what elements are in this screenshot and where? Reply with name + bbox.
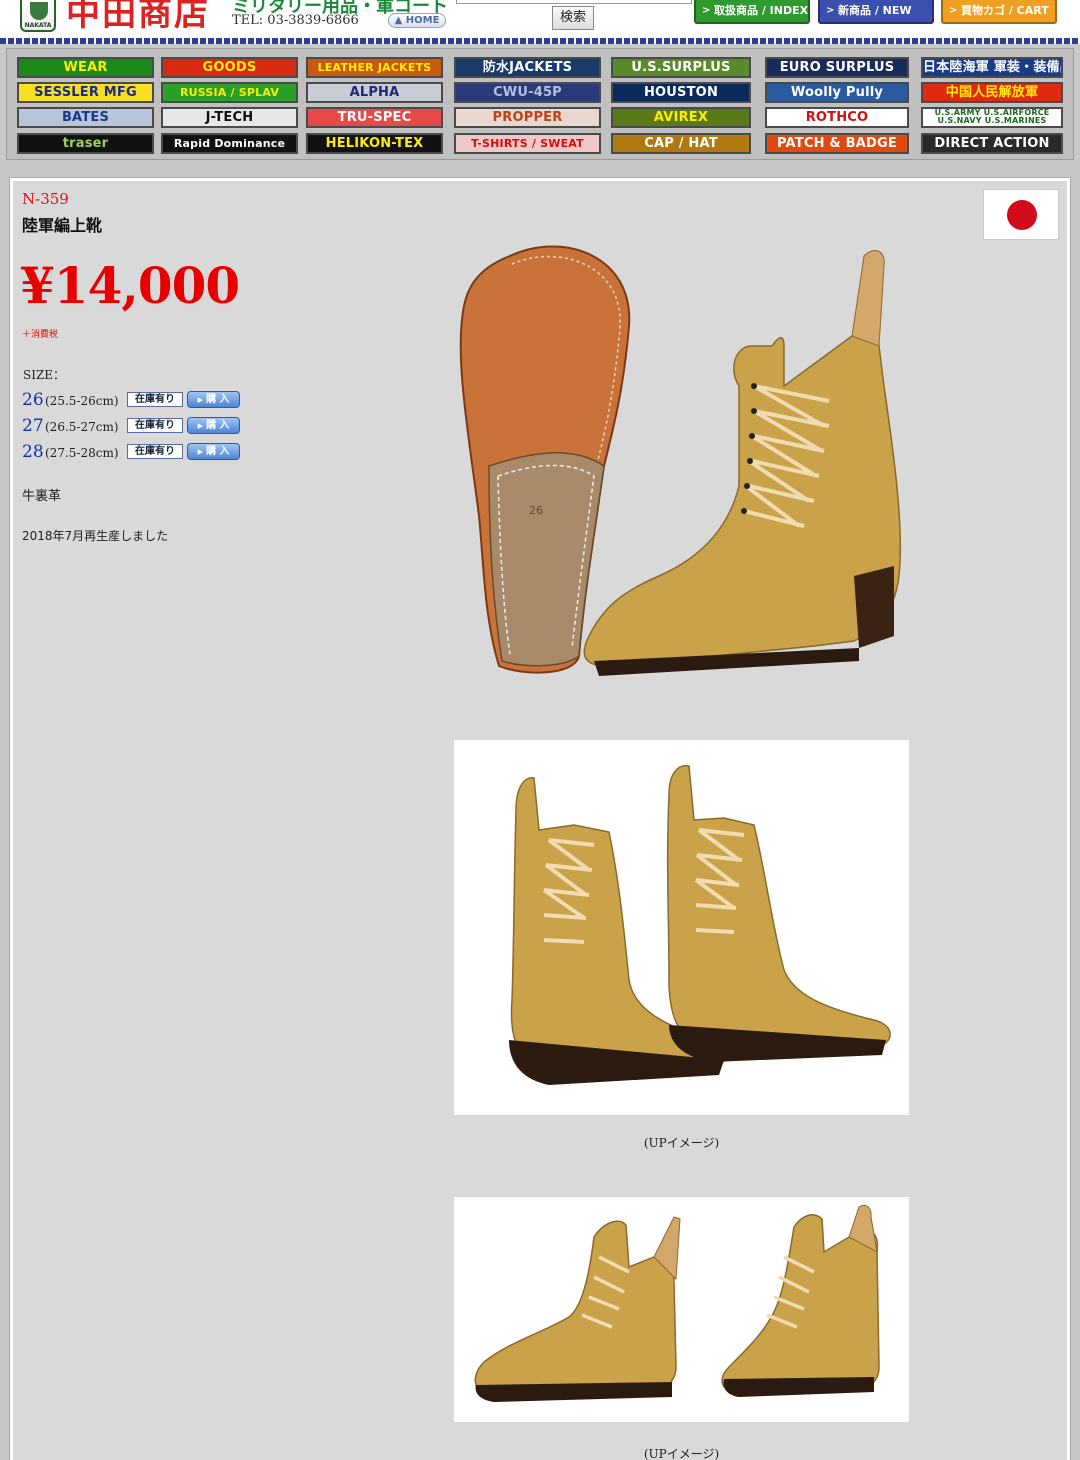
- category-link[interactable]: LEATHER JACKETS: [306, 57, 443, 78]
- chevron-right-icon: >: [949, 5, 958, 16]
- buy-label: 購 入: [205, 394, 230, 405]
- new-label: 新商品 / NEW: [838, 4, 912, 17]
- category-link[interactable]: BATES: [17, 107, 154, 128]
- play-icon: ▶: [197, 422, 203, 430]
- size-range: (25.5-26cm): [45, 394, 119, 408]
- category-link[interactable]: HOUSTON: [611, 82, 751, 103]
- index-button[interactable]: > 取扱商品 / INDEX: [694, 0, 810, 24]
- size-number: 28: [22, 442, 44, 462]
- category-link[interactable]: HELIKON-TEX: [306, 133, 443, 154]
- size-range: (27.5-28cm): [45, 446, 119, 460]
- play-icon: ▶: [197, 396, 203, 404]
- category-link[interactable]: RUSSIA / SPLAV: [161, 82, 298, 103]
- category-nav: WEAR GOODS LEATHER JACKETS 防水JACKETS U.S.SUR…: [6, 48, 1074, 160]
- category-link[interactable]: U.S.SURPLUS: [611, 57, 751, 78]
- category-link[interactable]: 中国人民解放軍: [921, 82, 1063, 103]
- category-link[interactable]: J-TECH: [161, 107, 298, 128]
- category-link[interactable]: 日本陸海軍 軍装・装備品: [921, 57, 1063, 78]
- size-range: (26.5-27cm): [45, 420, 119, 434]
- product-image-pair-front: [454, 740, 909, 1115]
- site-header: NAKATA 中田商店 ミリタリー用品・軍コート TEL: 03-3839-68…: [0, 0, 1080, 44]
- search-button[interactable]: 検索: [552, 6, 594, 30]
- product-name: 陸軍編上靴: [22, 216, 103, 235]
- category-link[interactable]: PATCH & BADGE: [765, 133, 909, 154]
- category-link[interactable]: CAP / HAT: [611, 133, 751, 154]
- index-label: 取扱商品 / INDEX: [714, 4, 809, 17]
- header-star-border: [0, 38, 1080, 44]
- shield-icon: [30, 2, 48, 20]
- category-link[interactable]: T-SHIRTS / SWEAT: [454, 133, 601, 154]
- chevron-right-icon: >: [826, 5, 835, 16]
- size-label: SIZE：: [23, 368, 66, 382]
- category-link[interactable]: SESSLER MFG: [17, 82, 154, 103]
- category-link[interactable]: WEAR: [17, 57, 154, 78]
- sole-size-mark: 26: [529, 504, 543, 517]
- chevron-right-icon: >: [702, 5, 711, 16]
- buy-label: 購 入: [205, 420, 230, 431]
- category-link[interactable]: GOODS: [161, 57, 298, 78]
- image-caption: (UPイメージ): [643, 1447, 720, 1460]
- category-link[interactable]: traser: [17, 133, 154, 154]
- category-link[interactable]: PROPPER: [454, 107, 601, 128]
- shop-logo-emblem[interactable]: NAKATA: [20, 0, 56, 32]
- buy-button[interactable]: ▶ 購 入: [187, 417, 240, 434]
- play-icon: ▶: [197, 448, 203, 456]
- category-link[interactable]: AVIREX: [611, 107, 751, 128]
- category-link[interactable]: U.S.ARMY U.S.AIRFORCE U.S.NAVY U.S.MARIN…: [921, 107, 1063, 128]
- buy-label: 購 入: [205, 446, 230, 457]
- category-link[interactable]: 防水JACKETS: [454, 57, 601, 78]
- product-image-sole-and-side: 26: [459, 245, 902, 676]
- category-link[interactable]: TRU-SPEC: [306, 107, 443, 128]
- stock-badge: 在庫有り: [127, 444, 183, 459]
- buy-button[interactable]: ▶ 購 入: [187, 391, 240, 408]
- cart-button[interactable]: > 買物カゴ / CART: [941, 0, 1057, 24]
- size-number: 26: [22, 390, 44, 410]
- category-link[interactable]: ROTHCO: [765, 107, 909, 128]
- stock-badge: 在庫有り: [127, 418, 183, 433]
- reproduction-note: 2018年7月再生産しました: [22, 529, 169, 543]
- category-link[interactable]: Woolly Pully: [765, 82, 909, 103]
- category-link[interactable]: EURO SURPLUS: [765, 57, 909, 78]
- stock-badge: 在庫有り: [127, 392, 183, 407]
- size-number: 27: [22, 416, 44, 436]
- shop-phone: TEL: 03-3839-6866: [232, 13, 359, 28]
- category-link[interactable]: ALPHA: [306, 82, 443, 103]
- shop-name[interactable]: 中田商店: [66, 0, 210, 35]
- category-link[interactable]: Rapid Dominance: [161, 133, 298, 154]
- tax-note: ＋消費税: [22, 330, 59, 340]
- category-link[interactable]: DIRECT ACTION: [921, 133, 1063, 154]
- logo-text: NAKATA: [24, 22, 52, 29]
- category-link[interactable]: CWU-45P: [454, 82, 601, 103]
- cart-label: 買物カゴ / CART: [961, 4, 1049, 17]
- material-text: 牛裏革: [22, 489, 62, 504]
- home-icon: ▲: [394, 15, 406, 26]
- product-price: ¥14,000: [20, 256, 240, 315]
- product-code: N-359: [22, 190, 69, 208]
- new-products-button[interactable]: > 新商品 / NEW: [818, 0, 934, 24]
- buy-button[interactable]: ▶ 購 入: [187, 443, 240, 460]
- product-image-pair-side: [454, 1197, 909, 1422]
- search-input[interactable]: [456, 0, 692, 4]
- japan-flag-icon: [983, 189, 1059, 240]
- home-button[interactable]: ▲ HOME: [388, 13, 446, 28]
- home-label: HOME: [405, 15, 440, 26]
- flag-sun: [1007, 200, 1037, 230]
- image-caption: (UPイメージ): [643, 1136, 720, 1150]
